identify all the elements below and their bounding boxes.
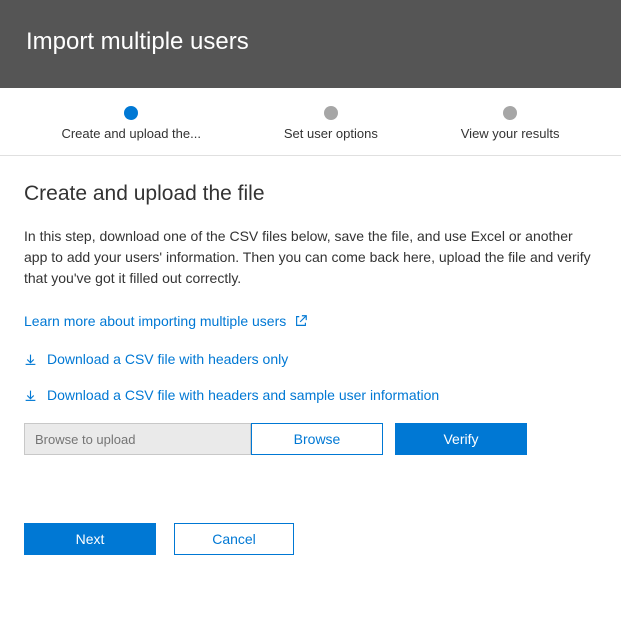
footer-actions: Next Cancel (0, 523, 621, 575)
upload-file-input[interactable] (24, 423, 251, 455)
step-dot-active-icon (124, 106, 138, 120)
step-label: Set user options (284, 126, 378, 141)
download-icon (24, 389, 37, 402)
step-dot-icon (324, 106, 338, 120)
next-button[interactable]: Next (24, 523, 156, 555)
step-view-results[interactable]: View your results (461, 106, 560, 141)
content-area: Create and upload the file In this step,… (0, 156, 621, 475)
learn-more-text: Learn more about importing multiple user… (24, 313, 286, 329)
dialog-header: Import multiple users (0, 0, 621, 88)
upload-row: Browse Verify (24, 423, 597, 455)
step-set-options[interactable]: Set user options (284, 106, 378, 141)
step-label: Create and upload the... (61, 126, 201, 141)
download-headers-sample-text: Download a CSV file with headers and sam… (47, 387, 439, 403)
download-headers-only-text: Download a CSV file with headers only (47, 351, 288, 367)
content-title: Create and upload the file (24, 182, 597, 206)
learn-more-link[interactable]: Learn more about importing multiple user… (24, 313, 308, 329)
verify-button[interactable]: Verify (395, 423, 527, 455)
content-description: In this step, download one of the CSV fi… (24, 226, 597, 289)
step-create-upload[interactable]: Create and upload the... (61, 106, 201, 141)
stepper: Create and upload the... Set user option… (0, 88, 621, 156)
browse-button[interactable]: Browse (251, 423, 383, 455)
download-headers-sample-link[interactable]: Download a CSV file with headers and sam… (24, 387, 597, 403)
cancel-button[interactable]: Cancel (174, 523, 294, 555)
step-dot-icon (503, 106, 517, 120)
download-headers-only-link[interactable]: Download a CSV file with headers only (24, 351, 597, 367)
step-label: View your results (461, 126, 560, 141)
external-link-icon (294, 314, 308, 328)
download-icon (24, 353, 37, 366)
dialog-title: Import multiple users (26, 28, 249, 55)
